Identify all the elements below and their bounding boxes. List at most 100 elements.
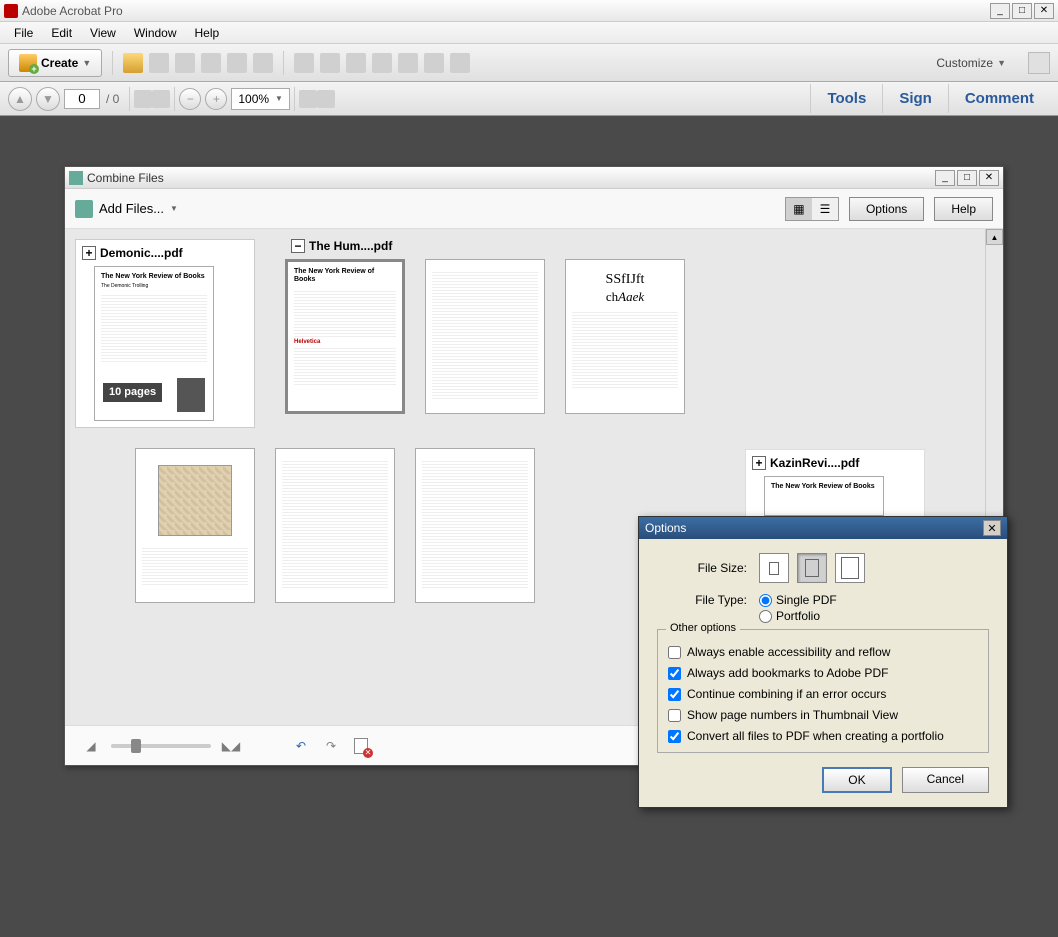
zoom-select[interactable]: 100% ▼ — [231, 88, 290, 110]
tools-panel-button[interactable]: Tools — [810, 84, 882, 113]
fit-page-icon[interactable] — [299, 90, 317, 108]
convert-portfolio-checkbox[interactable] — [668, 730, 681, 743]
list-view-button[interactable]: ☰ — [812, 198, 838, 220]
file-size-medium-button[interactable] — [797, 553, 827, 583]
checkbox-label: Show page numbers in Thumbnail View — [687, 708, 898, 722]
file-item-hum[interactable]: − The Hum....pdf The New York Review of … — [285, 239, 975, 414]
file-size-label: File Size: — [657, 561, 747, 575]
thumb-heading: The New York Review of Books — [101, 273, 207, 281]
bookmarks-checkbox[interactable] — [668, 667, 681, 680]
add-files-button[interactable]: Add Files... ▼ — [75, 200, 178, 218]
stamp-icon[interactable] — [372, 53, 392, 73]
add-files-label: Add Files... — [99, 201, 164, 216]
file-size-large-button[interactable] — [835, 553, 865, 583]
combine-minimize-button[interactable]: _ — [935, 170, 955, 186]
combine-icon — [69, 171, 83, 185]
collapse-icon[interactable]: − — [291, 239, 305, 253]
zoom-out-button[interactable]: − — [179, 88, 201, 110]
thumbnail-page-5[interactable] — [275, 448, 395, 603]
thumbnail-page-6[interactable] — [415, 448, 535, 603]
options-titlebar: Options ✕ — [639, 517, 1007, 539]
zoom-in-thumb-icon[interactable]: ◣◢ — [221, 736, 241, 756]
thumbnail-view-button[interactable]: ▦ — [786, 198, 812, 220]
sign-panel-button[interactable]: Sign — [882, 84, 948, 113]
print-icon[interactable] — [201, 53, 221, 73]
dropdown-arrow-icon: ▼ — [170, 204, 178, 213]
single-pdf-radio[interactable] — [759, 594, 772, 607]
checkbox-label: Continue combining if an error occurs — [687, 687, 886, 701]
edit-icon[interactable] — [227, 53, 247, 73]
save-icon[interactable] — [149, 53, 169, 73]
options-close-button[interactable]: ✕ — [983, 520, 1001, 536]
gear-icon[interactable] — [294, 53, 314, 73]
cancel-button[interactable]: Cancel — [902, 767, 989, 793]
email-icon[interactable] — [253, 53, 273, 73]
open-icon[interactable] — [123, 53, 143, 73]
thumbnail-page-2[interactable] — [425, 259, 545, 414]
thumbnail-page-3[interactable]: SSfIJft chAaek — [565, 259, 685, 414]
file-item-demonic[interactable]: + Demonic....pdf The New York Review of … — [75, 239, 255, 428]
select-tool-icon[interactable] — [134, 90, 152, 108]
file-name: Demonic....pdf — [100, 246, 183, 260]
expand-icon[interactable]: + — [82, 246, 96, 260]
menu-window[interactable]: Window — [126, 24, 185, 42]
workspace: Combine Files _ □ ✕ Add Files... ▼ ▦ ☰ O… — [0, 116, 1058, 937]
close-button[interactable]: ✕ — [1034, 3, 1054, 19]
zoom-out-thumb-icon[interactable]: ◢ — [81, 736, 101, 756]
options-button[interactable]: Options — [849, 197, 924, 221]
highlight-icon[interactable] — [346, 53, 366, 73]
menu-view[interactable]: View — [82, 24, 124, 42]
file-size-small-button[interactable] — [759, 553, 789, 583]
remove-icon[interactable]: ✕ — [351, 736, 371, 756]
file-item-kazin[interactable]: + KazinRevi....pdf The New York Review o… — [745, 449, 925, 523]
sign-icon[interactable] — [424, 53, 444, 73]
cloud-icon[interactable] — [175, 53, 195, 73]
thumbnail[interactable]: The New York Review of Books — [764, 476, 884, 516]
comment-panel-button[interactable]: Comment — [948, 84, 1050, 113]
comment-icon[interactable] — [320, 53, 340, 73]
customize-menu[interactable]: Customize ▼ — [928, 52, 1014, 74]
menu-file[interactable]: File — [6, 24, 41, 42]
attach-icon[interactable] — [398, 53, 418, 73]
redo-icon[interactable]: ↷ — [321, 736, 341, 756]
page-down-button[interactable]: ▼ — [36, 87, 60, 111]
ok-button[interactable]: OK — [822, 767, 891, 793]
options-dialog: Options ✕ File Size: File Type: Single P… — [638, 516, 1008, 808]
hand-tool-icon[interactable] — [152, 90, 170, 108]
page-up-button[interactable]: ▲ — [8, 87, 32, 111]
dropdown-arrow-icon: ▼ — [275, 94, 283, 103]
zoom-in-button[interactable]: + — [205, 88, 227, 110]
continue-error-checkbox[interactable] — [668, 688, 681, 701]
combine-maximize-button[interactable]: □ — [957, 170, 977, 186]
menu-edit[interactable]: Edit — [43, 24, 80, 42]
checkbox-label: Convert all files to PDF when creating a… — [687, 729, 944, 743]
menu-help[interactable]: Help — [187, 24, 228, 42]
app-titlebar: Adobe Acrobat Pro _ □ ✕ — [0, 0, 1058, 22]
options-title: Options — [645, 521, 983, 535]
other-options-legend: Other options — [666, 622, 740, 634]
combine-close-button[interactable]: ✕ — [979, 170, 999, 186]
accessibility-checkbox[interactable] — [668, 646, 681, 659]
export-icon[interactable] — [450, 53, 470, 73]
checkbox-label: Always add bookmarks to Adobe PDF — [687, 666, 888, 680]
expand-icon[interactable]: + — [752, 456, 766, 470]
thumbnail-page-4[interactable] — [135, 448, 255, 603]
main-toolbar: Create ▼ Customize ▼ — [0, 44, 1058, 82]
thumbnail-size-slider[interactable] — [111, 744, 211, 748]
create-button[interactable]: Create ▼ — [8, 49, 102, 77]
file-name: KazinRevi....pdf — [770, 456, 859, 470]
undo-icon[interactable]: ↶ — [291, 736, 311, 756]
scroll-up-button[interactable]: ▲ — [986, 229, 1003, 245]
thumbnail[interactable]: The New York Review of Books The Demonic… — [94, 266, 214, 421]
fullscreen-icon[interactable] — [1028, 52, 1050, 74]
page-number-input[interactable] — [64, 89, 100, 109]
help-button[interactable]: Help — [934, 197, 993, 221]
maximize-button[interactable]: □ — [1012, 3, 1032, 19]
page-numbers-checkbox[interactable] — [668, 709, 681, 722]
thumb-heading: The New York Review of Books — [771, 483, 877, 491]
portfolio-radio[interactable] — [759, 610, 772, 623]
single-pdf-label: Single PDF — [776, 593, 837, 607]
thumbnail-page-1[interactable]: The New York Review of Books Helvetica — [285, 259, 405, 414]
minimize-button[interactable]: _ — [990, 3, 1010, 19]
fit-width-icon[interactable] — [317, 90, 335, 108]
